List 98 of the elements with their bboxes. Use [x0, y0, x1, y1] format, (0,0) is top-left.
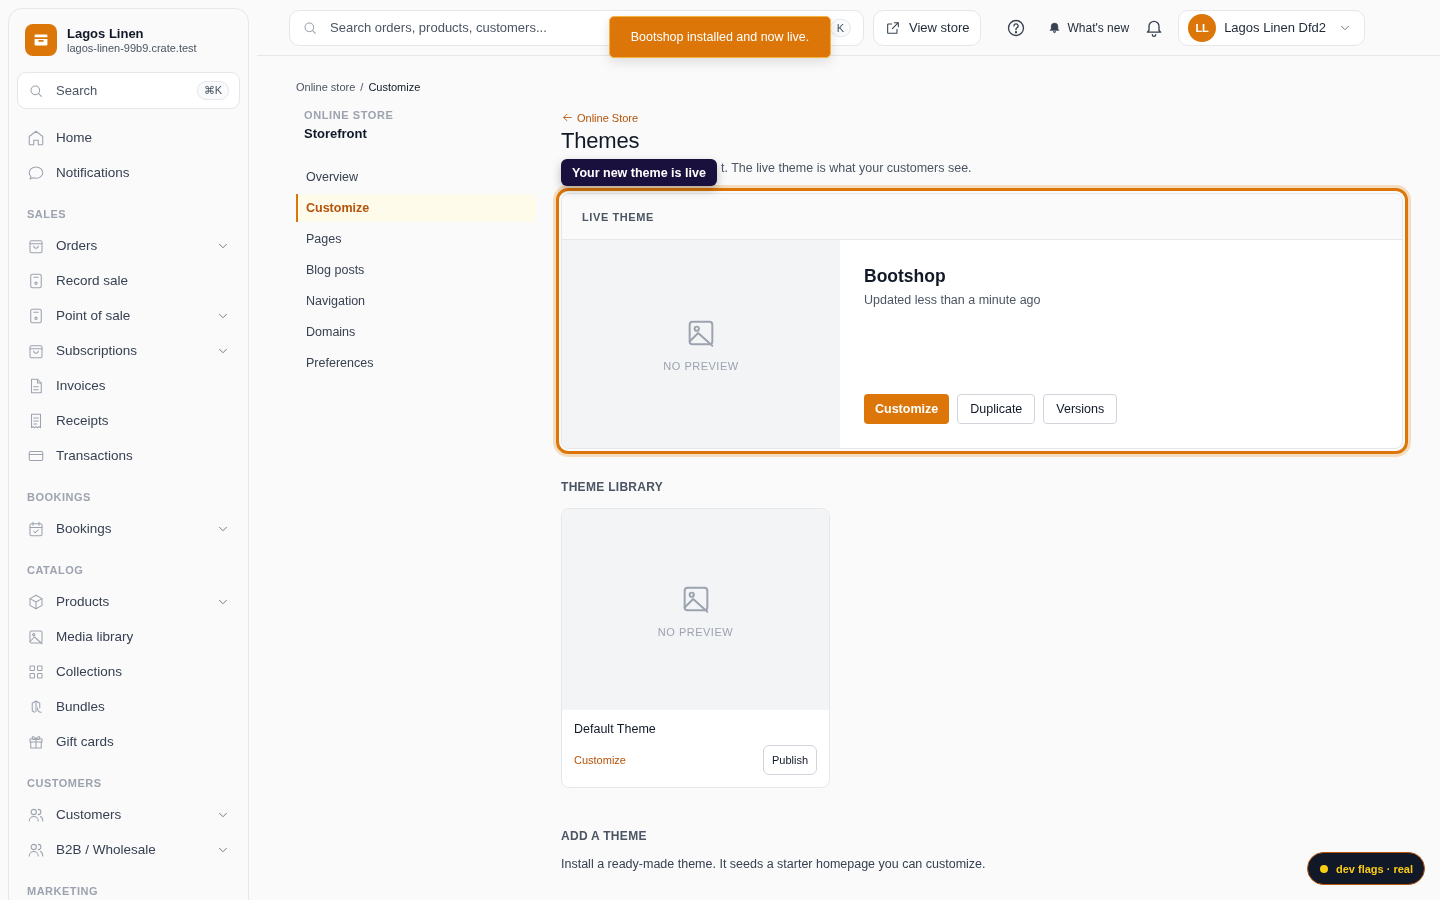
theme-name: Bootshop: [864, 266, 947, 287]
account-menu-button[interactable]: LL Lagos Linen Dfd2: [1178, 9, 1366, 46]
search-field[interactable]: Search ⌘K: [17, 72, 240, 109]
nav-item[interactable]: Transactions: [17, 438, 240, 473]
subnav-item[interactable]: Domains: [296, 318, 536, 346]
external-link-icon: [885, 19, 901, 36]
page-description: t. The live theme is what your customers see.: [721, 160, 972, 176]
nav-item[interactable]: Products: [17, 584, 240, 619]
nav-item[interactable]: Bookings: [17, 511, 240, 546]
nav-label: Gift cards: [56, 734, 115, 749]
page-title: Themes: [561, 128, 641, 154]
nav-label: Subscriptions: [56, 343, 139, 358]
breadcrumb-separator: /: [360, 80, 364, 94]
breadcrumb-current: Customize: [368, 80, 421, 94]
subnav-item[interactable]: Preferences: [296, 349, 536, 377]
store-name: Lagos Linen: [67, 26, 145, 41]
nav-item[interactable]: Customers: [17, 797, 240, 832]
section-label: MARKETING: [26, 884, 100, 898]
register-icon: [27, 306, 45, 325]
nav-label: Products: [56, 594, 111, 609]
help-button[interactable]: [1006, 17, 1027, 38]
nav-label: Bookings: [56, 521, 113, 536]
help-icon: [1006, 17, 1027, 38]
subnav-item[interactable]: Overview: [296, 163, 536, 191]
nav-item[interactable]: Media library: [17, 619, 240, 654]
chat-bubble-icon: [27, 163, 45, 182]
calendar-icon: [27, 519, 45, 538]
nav-item[interactable]: Orders: [17, 228, 240, 263]
store-domain: lagos-linen-99b9.crate.test: [67, 42, 197, 54]
section-heading: THEME LIBRARY: [561, 480, 665, 494]
nav-label: Orders: [56, 238, 99, 253]
nav-label: Point of sale: [56, 308, 132, 323]
nav-label: Notifications: [56, 165, 131, 180]
nav-label: Transactions: [56, 448, 134, 463]
tooltip: Your new theme is live: [561, 159, 717, 186]
success-toast: Bootshop installed and now live.: [609, 16, 831, 58]
arrow-left-icon: [561, 111, 574, 124]
card-heading: LIVE THEME: [562, 194, 1402, 240]
account-name: Lagos Linen Dfd2: [1224, 20, 1327, 35]
nav-item[interactable]: Receipts: [17, 403, 240, 438]
nav-item[interactable]: Point of sale: [17, 298, 240, 333]
theme-name: Default Theme: [574, 722, 657, 736]
nav-item[interactable]: Gift cards: [17, 724, 240, 759]
section-label: CUSTOMERS: [26, 776, 103, 790]
whats-new-button[interactable]: What's new: [1048, 20, 1130, 35]
theme-updated: Updated less than a minute ago: [864, 293, 1042, 307]
nav-item[interactable]: Invoices: [17, 368, 240, 403]
subnav-item[interactable]: Pages: [296, 225, 536, 253]
section-eyebrow: ONLINE STORE: [304, 109, 395, 121]
nav-label: Invoices: [56, 378, 107, 393]
nav-label: Collections: [56, 664, 124, 679]
subnav-item[interactable]: Customize: [296, 194, 536, 222]
dev-flags-badge[interactable]: dev flags · real: [1307, 852, 1425, 885]
register-icon: [27, 271, 45, 290]
box-icon: [27, 592, 45, 611]
view-store-button[interactable]: View store: [873, 9, 982, 46]
shortcut-badge: K: [829, 18, 851, 37]
nav-label: B2B / Wholesale: [56, 842, 157, 857]
section-title: Storefront: [304, 126, 368, 141]
customize-link[interactable]: Customize: [574, 754, 626, 766]
nav-label: Receipts: [56, 413, 110, 428]
nav-item[interactable]: Notifications: [17, 155, 240, 190]
back-link[interactable]: Online Store: [561, 111, 1407, 124]
preview-label: NO PREVIEW: [663, 360, 739, 372]
avatar: LL: [1188, 13, 1217, 42]
subnav-item[interactable]: Navigation: [296, 287, 536, 315]
nav-item[interactable]: B2B / Wholesale: [17, 832, 240, 867]
nav-item[interactable]: Collections: [17, 654, 240, 689]
section-heading: ADD A THEME: [561, 829, 648, 843]
nav-label: Customers: [56, 807, 123, 822]
publish-button[interactable]: Publish: [762, 745, 817, 775]
status-dot: [1320, 864, 1328, 873]
nav-item[interactable]: Subscriptions: [17, 333, 240, 368]
section-label: CATALOG: [26, 563, 85, 577]
nav-item[interactable]: Bundles: [17, 689, 240, 724]
image-icon: [27, 627, 45, 646]
nav-label: Home: [56, 130, 93, 145]
action-button[interactable]: Versions: [1043, 394, 1118, 424]
subnav-item[interactable]: Blog posts: [296, 256, 536, 284]
preview-label: NO PREVIEW: [657, 625, 734, 638]
search-input[interactable]: Search: [54, 82, 187, 99]
search-icon: [28, 82, 44, 99]
section-label: SALES: [26, 207, 68, 221]
bell-icon: [1048, 21, 1062, 34]
breadcrumb-link[interactable]: Online store: [296, 80, 356, 94]
section-label: BOOKINGS: [26, 490, 92, 504]
nav-label: Bundles: [56, 699, 106, 714]
action-button[interactable]: Duplicate: [957, 394, 1036, 424]
nav-label: Record sale: [56, 273, 130, 288]
grid-icon: [27, 662, 45, 681]
nav-item[interactable]: Home: [17, 120, 240, 155]
shortcut-badge: ⌘K: [196, 81, 229, 100]
dev-flags-label: dev flags · real: [1336, 862, 1414, 875]
search-icon: [302, 19, 318, 36]
section-description: Install a ready-made theme. It seeds a starter homepage you can customize.: [561, 857, 986, 871]
home-icon: [27, 128, 45, 147]
nav-label: Media library: [56, 629, 135, 644]
nav-item[interactable]: Record sale: [17, 263, 240, 298]
